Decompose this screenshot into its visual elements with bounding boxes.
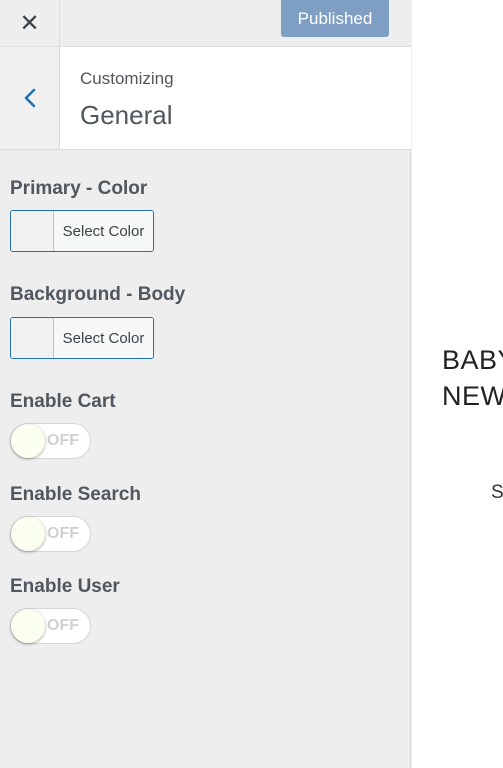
chevron-left-icon [24, 88, 35, 108]
site-preview[interactable]: BABY NEW S [412, 0, 503, 768]
select-color-label: Select Color [54, 318, 153, 358]
section-title: General [80, 100, 173, 130]
preview-heading-line-2: NEW [442, 381, 503, 411]
enable-user-toggle[interactable]: OFF [10, 608, 91, 644]
toggle-knob [11, 609, 45, 643]
breadcrumb: Customizing [80, 69, 174, 88]
toggle-knob [11, 424, 45, 458]
enable-search-label: Enable Search [10, 484, 141, 505]
enable-cart-label: Enable Cart [10, 391, 116, 412]
back-button[interactable] [0, 47, 60, 149]
publish-button[interactable]: Published [281, 0, 389, 37]
preview-heading-line-1: BABY [442, 345, 503, 375]
toggle-state: OFF [47, 525, 79, 542]
background-body-label: Background - Body [10, 284, 186, 305]
customizer-panel: ✕ Published Customizing General Primary … [0, 0, 411, 768]
primary-color-label: Primary - Color [10, 178, 148, 199]
close-icon[interactable]: ✕ [0, 0, 60, 46]
preview-subtext: S [491, 482, 503, 503]
section-header: Customizing General [0, 47, 411, 150]
toggle-state: OFF [47, 617, 79, 634]
enable-search-toggle[interactable]: OFF [10, 516, 91, 552]
enable-user-label: Enable User [10, 576, 120, 597]
select-color-label: Select Color [54, 211, 153, 251]
background-body-picker-button[interactable]: Select Color [10, 317, 154, 359]
enable-cart-toggle[interactable]: OFF [10, 423, 91, 459]
primary-color-picker-button[interactable]: Select Color [10, 210, 154, 252]
customizer-topbar: ✕ Published [0, 0, 411, 47]
color-swatch [11, 211, 54, 251]
toggle-knob [11, 517, 45, 551]
color-swatch [11, 318, 54, 358]
toggle-state: OFF [47, 432, 79, 449]
